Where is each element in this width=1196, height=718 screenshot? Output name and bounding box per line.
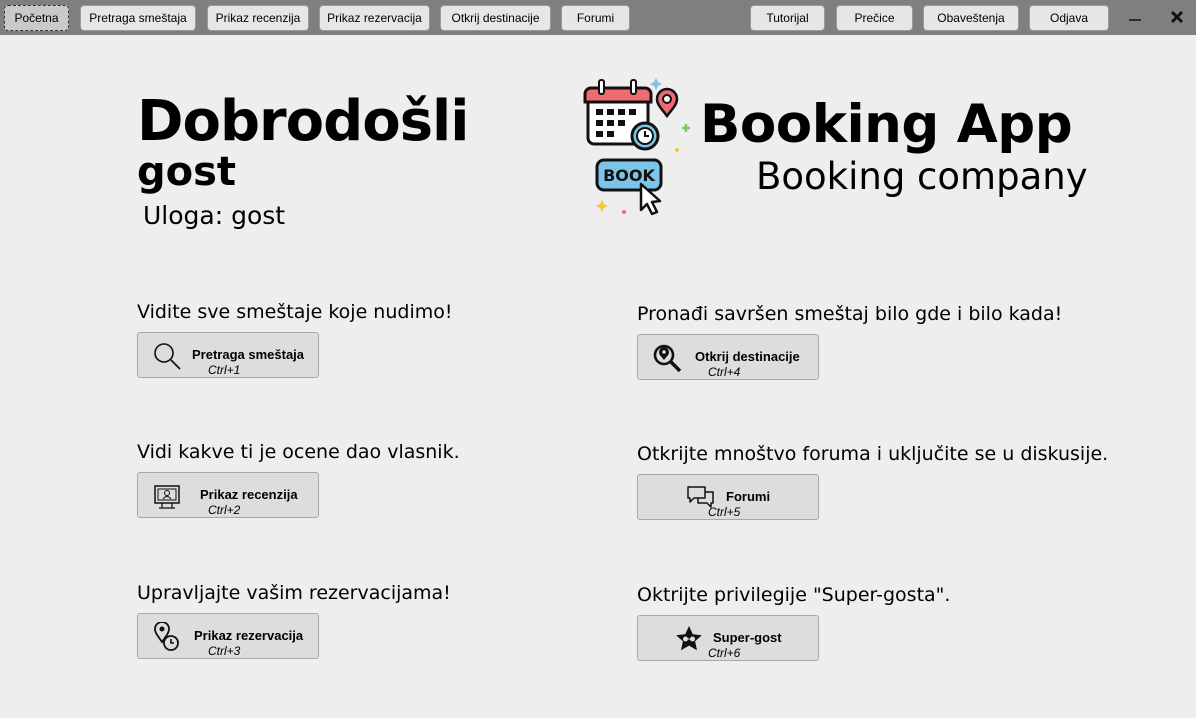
- shortcut-label: Ctrl+4: [708, 365, 741, 379]
- accommodation-search-button[interactable]: Pretraga smeštaja Ctrl+1: [137, 332, 319, 378]
- shortcut-label: Ctrl+5: [708, 505, 741, 519]
- nav-button-forumi[interactable]: Forumi: [561, 5, 630, 31]
- feature-text-reservations: Upravljajte vašim rezervacijama!: [137, 582, 451, 604]
- role-value: gost: [231, 201, 286, 230]
- welcome-heading: Dobrodošli: [137, 89, 469, 154]
- app-subtitle: Booking company: [756, 155, 1088, 198]
- nav-button-pocetna[interactable]: Početna: [4, 5, 69, 31]
- shortcut-label: Ctrl+6: [708, 646, 741, 660]
- nav-button-odjava[interactable]: Odjava: [1029, 5, 1109, 31]
- feature-text-destinations: Pronađi savršen smeštaj bilo gde i bilo …: [637, 303, 1063, 325]
- close-icon: [1170, 10, 1184, 24]
- review-icon: [152, 481, 182, 511]
- button-label: Pretraga smeštaja: [192, 347, 305, 362]
- nav-button-pretraga-smestaja[interactable]: Pretraga smeštaja: [80, 5, 196, 31]
- svg-text:BOOK: BOOK: [603, 166, 655, 185]
- star-icon: [674, 624, 704, 654]
- feature-text-accommodation: Vidite sve smeštaje koje nudimo!: [137, 301, 453, 323]
- button-label: Forumi: [726, 489, 771, 504]
- booking-logo-icon: BOOK: [583, 78, 690, 216]
- forums-button[interactable]: Forumi Ctrl+5: [637, 474, 819, 520]
- nav-button-obavestenja[interactable]: Obaveštenja: [923, 5, 1019, 31]
- reservations-button[interactable]: Prikaz rezervacija Ctrl+3: [137, 613, 319, 659]
- feature-text-forums: Otkrijte mnoštvo foruma i uključite se u…: [637, 443, 1109, 465]
- minimize-icon: [1129, 19, 1141, 21]
- close-button[interactable]: [1163, 4, 1191, 30]
- app-title: Booking App: [700, 94, 1073, 155]
- reviews-button[interactable]: Prikaz recenzija Ctrl+2: [137, 472, 319, 518]
- nav-button-otkrij-destinacije[interactable]: Otkrij destinacije: [440, 5, 551, 31]
- reservation-icon: [152, 622, 182, 652]
- top-nav-bar: Početna Pretraga smeštaja Prikaz recenzi…: [0, 0, 1196, 35]
- search-icon: [152, 341, 182, 371]
- location-search-icon: [652, 343, 682, 373]
- button-label: Super-gost: [713, 630, 782, 645]
- nav-button-tutorijal[interactable]: Tutorijal: [750, 5, 825, 31]
- shortcut-label: Ctrl+2: [208, 503, 241, 517]
- nav-button-prikaz-rezervacija[interactable]: Prikaz rezervacija: [319, 5, 430, 31]
- shortcut-label: Ctrl+3: [208, 644, 241, 658]
- button-label: Otkrij destinacije: [695, 349, 800, 364]
- nav-button-prikaz-recenzija[interactable]: Prikaz recenzija: [207, 5, 309, 31]
- button-label: Prikaz rezervacija: [194, 628, 304, 643]
- feature-text-reviews: Vidi kakve ti je ocene dao vlasnik.: [137, 441, 460, 463]
- minimize-button[interactable]: [1121, 4, 1149, 30]
- nav-button-precice[interactable]: Prečice: [836, 5, 913, 31]
- shortcut-label: Ctrl+1: [208, 363, 241, 377]
- username-label: gost: [137, 149, 237, 195]
- discover-destinations-button[interactable]: Otkrij destinacije Ctrl+4: [637, 334, 819, 380]
- button-label: Prikaz recenzija: [200, 487, 298, 502]
- role-label: Uloga:: [143, 201, 224, 230]
- feature-text-super-guest: Oktrijte privilegije "Super-gosta".: [637, 584, 951, 606]
- super-guest-button[interactable]: Super-gost Ctrl+6: [637, 615, 819, 661]
- role-line: Uloga: gost: [143, 200, 285, 232]
